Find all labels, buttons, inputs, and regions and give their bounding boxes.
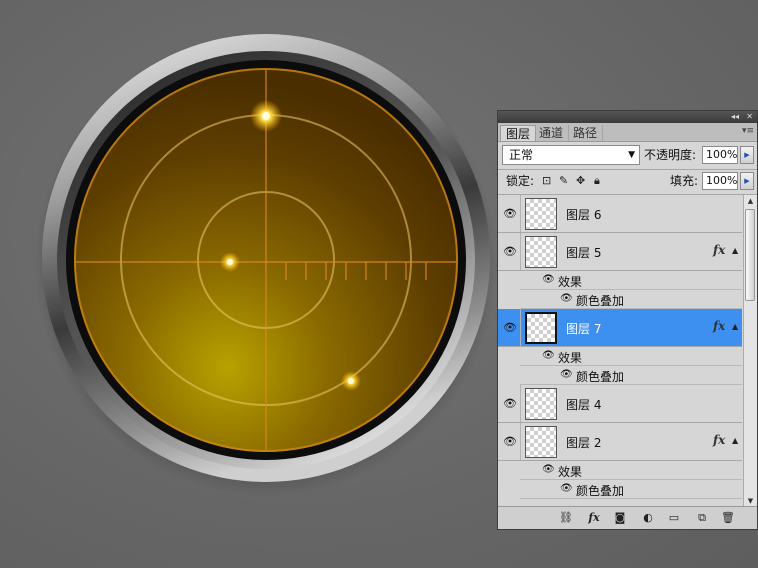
layer-row-7[interactable]: 👁︎ 图层 7 fx ▲ [498,309,742,347]
new-layer-icon[interactable]: ⧉ [694,511,710,525]
panel-title-bar[interactable]: ◂◂ ✕ [498,111,757,123]
opacity-input[interactable]: 100% [702,146,738,164]
lock-all-icon[interactable]: 🔒︎ [594,175,605,186]
effects-label: 效果 [558,351,583,365]
fill-label: 填充: [670,174,699,188]
fx-icon: fx [713,319,726,333]
blend-mode-select[interactable]: 正常 ▼ [502,145,640,165]
tab-layers[interactable]: 图层 [500,125,537,141]
layer-row-5[interactable]: 👁︎ 图层 5 fx ▲ [498,233,742,271]
layer-thumbnail [525,426,557,458]
divider [520,423,521,460]
layer-name[interactable]: 图层 4 [566,396,601,413]
scroll-up-icon[interactable]: ▲ [744,195,757,207]
fill-slider-button[interactable]: ▶ [740,172,754,190]
chevron-down-icon: ▼ [628,150,635,160]
link-icon[interactable]: ⛓ [558,511,574,525]
panel-tabs: 图层 通道 路径 ▾≡ [498,123,757,142]
collapse-icon[interactable]: ◂◂ [731,111,739,123]
lock-label: 锁定: [506,174,535,188]
effect-item[interactable]: 👁︎ 颜色叠加 [520,366,742,385]
fx-icon: fx [713,243,726,257]
visibility-eye-icon[interactable]: 👁︎ [502,208,518,220]
fx-icon: fx [713,433,726,447]
effect-visibility-eye-icon[interactable]: 👁︎ [560,483,573,495]
expand-effects-icon[interactable]: ▲ [732,246,738,255]
layer-thumbnail [525,198,557,230]
effect-name: 颜色叠加 [576,294,625,308]
layer-thumbnail [525,236,557,268]
fill-input[interactable]: 100% [702,172,738,190]
layers-panel: ◂◂ ✕ 图层 通道 路径 ▾≡ 正常 ▼ 不透明度: 100% ▶ 锁定: ⊡… [497,110,758,530]
layers-scrollbar[interactable]: ▲ ▼ [743,195,757,507]
divider [520,233,521,270]
fx-icon[interactable]: fx [586,511,602,525]
layer-name[interactable]: 图层 6 [566,206,601,223]
layer-name[interactable]: 图层 5 [566,244,601,261]
effects-label: 效果 [558,465,583,479]
opacity-slider-button[interactable]: ▶ [740,146,754,164]
adjustment-icon[interactable]: ◐ [640,511,656,525]
panel-menu-icon[interactable]: ▾≡ [742,126,754,136]
visibility-eye-icon[interactable]: 👁︎ [502,246,518,258]
blend-mode-value: 正常 [509,148,534,162]
visibility-eye-icon[interactable]: 👁︎ [502,322,518,334]
lock-position-icon[interactable]: ✥ [576,175,587,186]
layer-row-4[interactable]: 👁︎ 图层 4 [498,385,742,423]
layer-name[interactable]: 图层 7 [566,320,601,337]
layer-thumbnail [525,388,557,420]
effect-name: 颜色叠加 [576,484,625,498]
effect-visibility-eye-icon[interactable]: 👁︎ [560,369,573,381]
divider [498,169,757,170]
layer-list: 👁︎ 图层 6 👁︎ 图层 5 fx ▲ 👁︎ 效果 👁︎ 颜色叠加 👁︎ 图层… [498,195,742,507]
effects-row[interactable]: 👁︎ 效果 [520,347,742,366]
effect-visibility-eye-icon[interactable]: 👁︎ [560,293,573,305]
opacity-label: 不透明度: [644,148,697,162]
group-folder-icon[interactable]: ▭ [666,511,682,525]
expand-effects-icon[interactable]: ▲ [732,436,738,445]
effects-row[interactable]: 👁︎ 效果 [520,271,742,290]
divider [520,309,521,346]
effects-visibility-eye-icon[interactable]: 👁︎ [542,350,555,362]
layer-row-2[interactable]: 👁︎ 图层 2 fx ▲ [498,423,742,461]
tab-paths[interactable]: 路径 [568,125,604,141]
effect-item[interactable]: 👁︎ 颜色叠加 [520,290,742,309]
visibility-eye-icon[interactable]: 👁︎ [502,436,518,448]
effects-label: 效果 [558,275,583,289]
layer-thumbnail [525,312,557,344]
effect-item[interactable]: 👁︎ 颜色叠加 [520,480,742,499]
expand-effects-icon[interactable]: ▲ [732,322,738,331]
effects-row[interactable]: 👁︎ 效果 [520,461,742,480]
panel-bottom-toolbar: ⛓ fx ◙ ◐ ▭ ⧉ 🗑︎ [498,506,757,529]
divider [520,195,521,232]
mask-icon[interactable]: ◙ [612,511,628,525]
lock-image-pixels-icon[interactable]: ✎ [559,175,570,186]
close-icon[interactable]: ✕ [746,111,753,123]
effects-visibility-eye-icon[interactable]: 👁︎ [542,274,555,286]
divider [520,385,521,422]
effect-name: 颜色叠加 [576,370,625,384]
layer-name[interactable]: 图层 2 [566,434,601,451]
tab-channels[interactable]: 通道 [534,125,570,141]
trash-icon[interactable]: 🗑︎ [720,511,736,525]
scrollbar-thumb[interactable] [745,209,755,301]
lock-transparent-pixels-icon[interactable]: ⊡ [542,175,553,186]
visibility-eye-icon[interactable]: 👁︎ [502,398,518,410]
layer-row-6[interactable]: 👁︎ 图层 6 [498,195,742,233]
effects-visibility-eye-icon[interactable]: 👁︎ [542,464,555,476]
